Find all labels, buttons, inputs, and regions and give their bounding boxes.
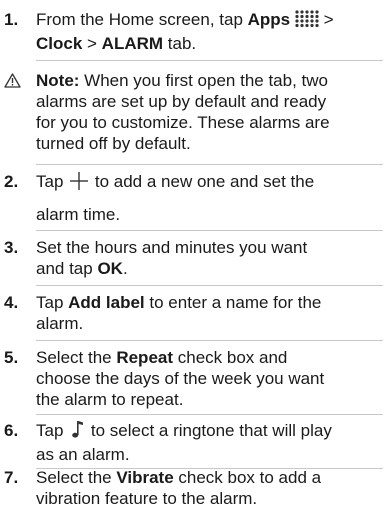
step-4-text: Tap <box>36 293 69 312</box>
warning-triangle-icon <box>4 72 21 93</box>
note-line: turned off by default. <box>36 134 191 153</box>
music-note-icon <box>68 420 86 444</box>
step-number: 5. <box>4 348 19 367</box>
step-1-end: tab. <box>163 34 197 53</box>
step-3-text: Set the hours and minutes you want <box>36 238 308 257</box>
step-7-text: vibration feature to the alarm. <box>36 489 258 508</box>
note-line: alarms are set up by default and ready <box>36 92 327 111</box>
step-number: 2. <box>4 172 19 191</box>
vibrate-label: Vibrate <box>116 468 174 487</box>
step-1-text: From the Home screen, tap <box>36 10 248 29</box>
step-6-text: Tap <box>36 421 69 440</box>
step-text: Tap to select a ringtone that will play … <box>36 420 381 465</box>
step-number: 7. <box>4 468 19 487</box>
step-5-text: choose the days of the week you want <box>36 369 325 388</box>
step-7-text: Select the <box>36 468 117 487</box>
step-3-end: . <box>122 259 128 278</box>
instructions-page: 1. From the Home screen, tap Apps > Cloc… <box>0 0 391 508</box>
note-line: When you first open the tab, two <box>79 71 328 90</box>
step-2-text: Tap <box>36 172 69 191</box>
step-4-text: to enter a name for the <box>144 293 322 312</box>
step-5-text: Select the <box>36 348 117 367</box>
step-number: 1. <box>4 10 19 29</box>
plus-icon <box>68 172 90 195</box>
step-2-text: to add a new one and set the <box>90 172 315 191</box>
step-7-text: check box to add a <box>173 468 322 487</box>
apps-grid-icon <box>295 10 319 33</box>
step-5-text: check box and <box>173 348 288 367</box>
step-2-text: alarm time. <box>36 205 121 224</box>
add-label-label: Add label <box>68 293 145 312</box>
divider <box>36 340 383 341</box>
ok-label: OK <box>97 259 123 278</box>
step-text: Select the Repeat check box and choose t… <box>36 347 381 410</box>
note-text: Note: When you first open the tab, two a… <box>36 70 381 154</box>
divider <box>36 60 383 61</box>
repeat-label: Repeat <box>116 348 174 367</box>
apps-label: Apps <box>247 10 291 29</box>
note-label: Note: <box>36 71 80 90</box>
step-number: 4. <box>4 293 19 312</box>
step-text: Select the Vibrate check box to add a vi… <box>36 467 381 509</box>
step-3-text: and tap <box>36 259 98 278</box>
step-text: Set the hours and minutes you want and t… <box>36 237 381 279</box>
separator: > <box>318 10 334 29</box>
alarm-tab-label: ALARM <box>101 34 164 53</box>
step-6-text: as an alarm. <box>36 445 130 464</box>
clock-label: Clock <box>36 34 83 53</box>
step-text: From the Home screen, tap Apps > Clock >… <box>36 9 381 54</box>
step-4-text: alarm. <box>36 314 84 333</box>
step-number: 3. <box>4 238 19 257</box>
step-text: Tap to add a new one and set the alarm t… <box>36 171 381 225</box>
divider <box>36 414 383 415</box>
step-text: Tap Add label to enter a name for the al… <box>36 292 381 334</box>
divider <box>36 230 383 231</box>
note-line: for you to customize. These alarms are <box>36 113 330 132</box>
step-6-text: to select a ringtone that will play <box>86 421 332 440</box>
step-number: 6. <box>4 421 19 440</box>
divider <box>36 164 383 165</box>
separator: > <box>82 34 102 53</box>
step-5-text: the alarm to repeat. <box>36 390 184 409</box>
divider <box>36 285 383 286</box>
